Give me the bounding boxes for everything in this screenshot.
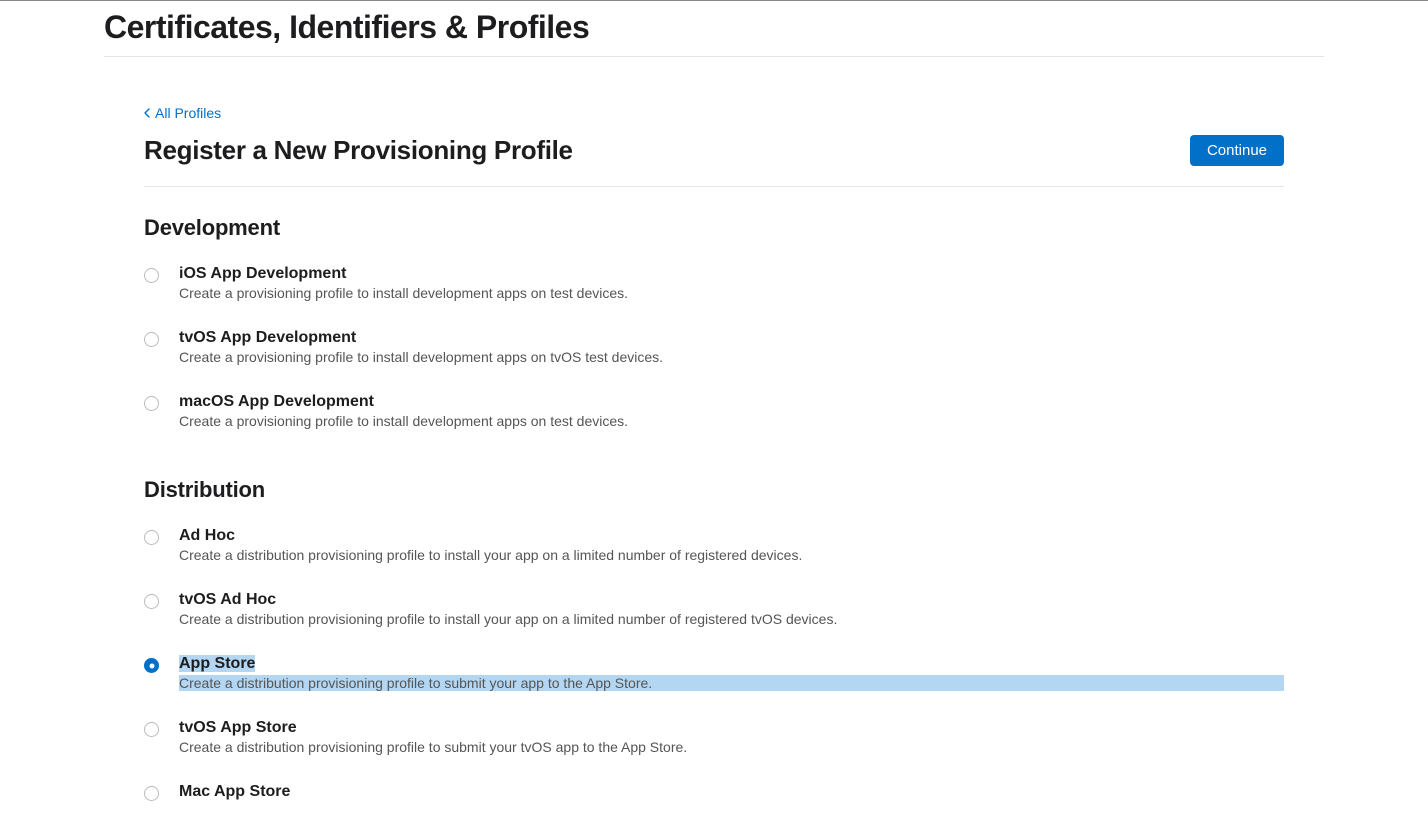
option-desc: Create a provisioning profile to install…	[179, 285, 1284, 301]
option-text: Mac App Store	[179, 783, 1284, 801]
option-desc: Create a distribution provisioning profi…	[179, 611, 1284, 627]
radio-input[interactable]	[144, 594, 159, 609]
option-title: macOS App Development	[179, 393, 374, 410]
option-text: Ad Hoc Create a distribution provisioning…	[179, 527, 1284, 563]
breadcrumb: All Profiles	[144, 105, 1284, 123]
radio-input[interactable]	[144, 530, 159, 545]
option-row[interactable]: Ad Hoc Create a distribution provisioning…	[144, 527, 1284, 563]
option-desc: Create a distribution provisioning profi…	[179, 547, 1284, 563]
page-title: Certificates, Identifiers & Profiles	[104, 9, 1324, 46]
option-text: tvOS Ad Hoc Create a distribution provisi…	[179, 591, 1284, 627]
continue-button[interactable]: Continue	[1190, 135, 1284, 166]
option-title: tvOS Ad Hoc	[179, 591, 276, 608]
option-row[interactable]: tvOS App Development Create a provisionin…	[144, 329, 1284, 365]
option-row[interactable]: App Store Create a distribution provision…	[144, 655, 1284, 691]
option-title: Ad Hoc	[179, 527, 235, 544]
option-row[interactable]: iOS App Development Create a provisioning…	[144, 265, 1284, 301]
back-link-all-profiles[interactable]: All Profiles	[144, 105, 221, 121]
radio-input[interactable]	[144, 658, 159, 673]
option-text: tvOS App StoreCreate a distribution prov…	[179, 719, 1284, 755]
chevron-left-icon	[144, 108, 150, 118]
option-row[interactable]: tvOS Ad Hoc Create a distribution provisi…	[144, 591, 1284, 627]
breadcrumb-label: All Profiles	[155, 105, 221, 121]
option-text: iOS App Development Create a provisioning…	[179, 265, 1284, 301]
option-desc: Create a provisioning profile to install…	[179, 413, 1284, 429]
option-desc: Create a provisioning profile to install…	[179, 349, 1284, 365]
radio-input[interactable]	[144, 786, 159, 801]
radio-input[interactable]	[144, 268, 159, 283]
option-title: Mac App Store	[179, 783, 290, 800]
radio-input[interactable]	[144, 332, 159, 347]
option-row[interactable]: tvOS App StoreCreate a distribution prov…	[144, 719, 1284, 755]
section-heading: Development	[144, 215, 1284, 241]
option-title: iOS App Development	[179, 265, 346, 282]
option-row[interactable]: macOS App Development Create a provisioni…	[144, 393, 1284, 429]
subtitle: Register a New Provisioning Profile	[144, 135, 573, 166]
option-title: App Store	[179, 655, 255, 672]
option-text: App Store Create a distribution provision…	[179, 655, 1284, 691]
option-text: macOS App Development Create a provisioni…	[179, 393, 1284, 429]
option-title: tvOS App Development	[179, 329, 356, 346]
option-title: tvOS App Store	[179, 719, 297, 736]
option-desc: Create a distribution provisioning profi…	[179, 675, 1284, 691]
radio-input[interactable]	[144, 722, 159, 737]
option-text: tvOS App Development Create a provisionin…	[179, 329, 1284, 365]
option-row[interactable]: Mac App Store	[144, 783, 1284, 801]
section-heading: Distribution	[144, 477, 1284, 503]
radio-input[interactable]	[144, 396, 159, 411]
